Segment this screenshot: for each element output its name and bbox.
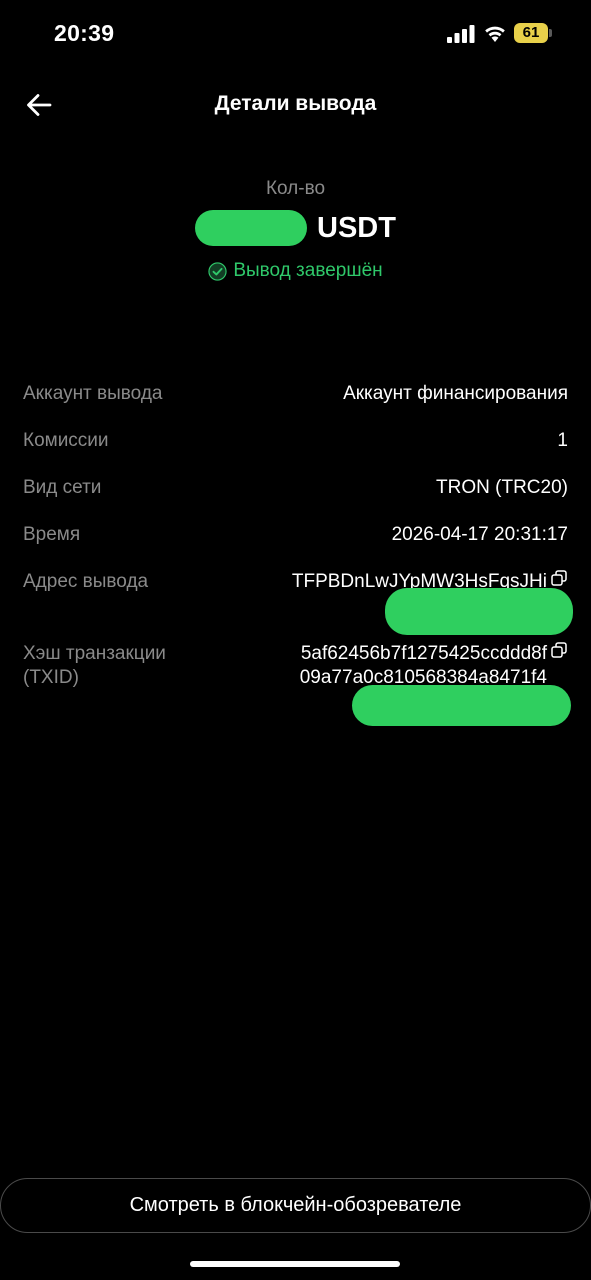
time-label: Время — [23, 524, 81, 545]
status-time: 20:39 — [54, 20, 115, 46]
copy-txid-icon[interactable] — [551, 642, 567, 658]
home-indicator — [190, 1261, 400, 1267]
account-label: Аккаунт вывода — [23, 383, 163, 404]
address-label: Адрес вывода — [23, 571, 149, 592]
txid-label: Хэш транзакции (TXID) — [23, 642, 166, 690]
status-text: Вывод завершён — [233, 260, 383, 281]
fee-value: 1 — [557, 430, 568, 451]
txid-value[interactable]: 5af62456b7f1275425ccddd8f 09a77a0c810568… — [300, 642, 547, 690]
txid-value-line1: 5af62456b7f1275425ccddd8f — [300, 643, 547, 664]
time-value: 2026-04-17 20:31:17 — [391, 524, 568, 545]
account-value: Аккаунт финансирования — [343, 383, 568, 404]
txid-label-line2: (TXID) — [23, 667, 79, 688]
fee-label: Комиссии — [23, 430, 109, 451]
amount-label: Кол-во — [265, 178, 326, 199]
view-in-explorer-button[interactable]: Смотреть в блокчейн-обозревателе — [0, 1178, 591, 1233]
copy-address-icon[interactable] — [551, 570, 567, 586]
txid-label-line1: Хэш транзакции — [23, 643, 166, 664]
page-title: Детали вывода — [214, 92, 377, 115]
amount-value-redacted — [195, 210, 308, 246]
address-redaction — [385, 588, 573, 635]
battery-tip — [549, 29, 552, 37]
amount-currency: USDT — [317, 211, 396, 244]
battery-level: 61 — [514, 23, 548, 43]
amount-row: USDT — [0, 210, 591, 246]
status-bar: 20:39 61 — [0, 0, 591, 68]
network-label: Вид сети — [23, 477, 102, 498]
check-circle-icon — [208, 261, 227, 281]
cellular-signal-icon — [447, 25, 475, 43]
wifi-icon — [485, 26, 505, 42]
battery-indicator: 61 — [514, 23, 554, 43]
withdrawal-details-screen: 20:39 61 Детали вывода Кол-во USDT Вывод… — [0, 0, 591, 1280]
withdrawal-status: Вывод завершён — [0, 260, 591, 282]
network-value: TRON (TRC20) — [436, 477, 568, 498]
txid-redaction — [352, 685, 571, 726]
